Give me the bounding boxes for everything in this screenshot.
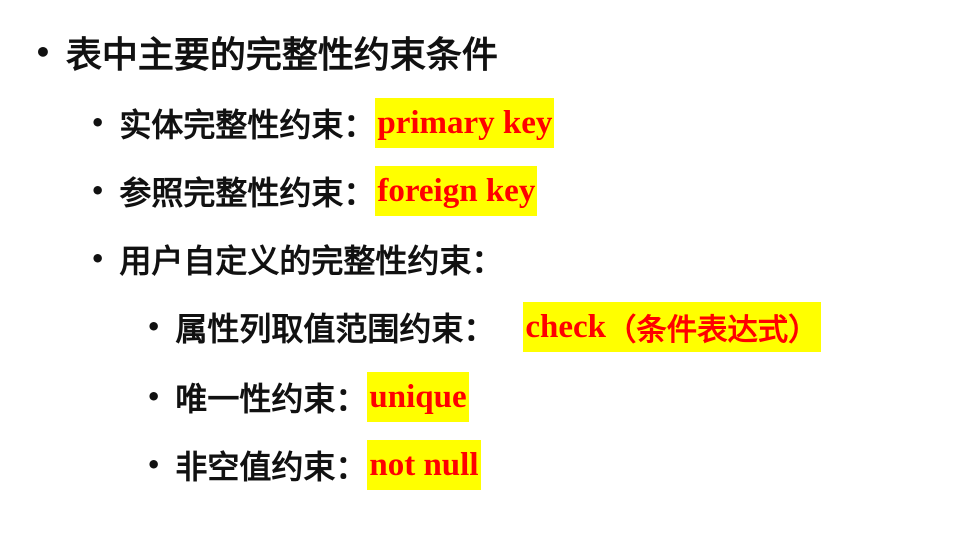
bullet-icon: •: [90, 245, 106, 273]
item-label: 唯一性约束：: [175, 380, 368, 418]
highlight-value: check （条件表达式）: [523, 302, 821, 352]
sub-item-not-null-constraint: • 非空值约束： not null: [146, 440, 481, 490]
bullet-icon: •: [90, 177, 106, 205]
item-label: 用户自定义的完整性约束：: [119, 242, 504, 280]
highlight-value: primary key: [375, 98, 555, 148]
bullet-icon: •: [146, 313, 162, 341]
value-extra-text: （条件表达式）: [606, 313, 819, 348]
bullet-icon: •: [146, 451, 162, 479]
bullet-icon: •: [90, 109, 106, 137]
item-label: 实体完整性约束：: [119, 106, 376, 144]
value-text: primary key: [377, 104, 553, 141]
list-item-entity-integrity: • 实体完整性约束： primary key: [90, 98, 555, 148]
bullet-icon: •: [146, 383, 162, 411]
highlight-value: not null: [367, 440, 481, 490]
item-label: 属性列取值范围约束：: [175, 310, 496, 348]
value-text: foreign key: [377, 172, 536, 209]
value-text: check: [525, 308, 607, 345]
slide: • 表中主要的完整性约束条件 • 实体完整性约束： primary key • …: [0, 0, 977, 539]
sub-item-check-constraint: • 属性列取值范围约束： check （条件表达式）: [146, 302, 821, 352]
list-item-referential-integrity: • 参照完整性约束： foreign key: [90, 166, 538, 216]
value-text: not null: [369, 446, 479, 483]
item-label: 非空值约束：: [175, 448, 368, 486]
sub-item-unique-constraint: • 唯一性约束： unique: [146, 372, 469, 422]
highlight-value: unique: [367, 372, 469, 422]
bullet-icon: •: [34, 35, 52, 69]
slide-title: 表中主要的完整性约束条件: [65, 35, 498, 76]
value-text: unique: [369, 378, 467, 415]
list-item-user-defined-integrity: • 用户自定义的完整性约束：: [90, 236, 503, 282]
highlight-value: foreign key: [375, 166, 538, 216]
item-label: 参照完整性约束：: [119, 174, 376, 212]
title-row: • 表中主要的完整性约束条件: [34, 26, 498, 78]
